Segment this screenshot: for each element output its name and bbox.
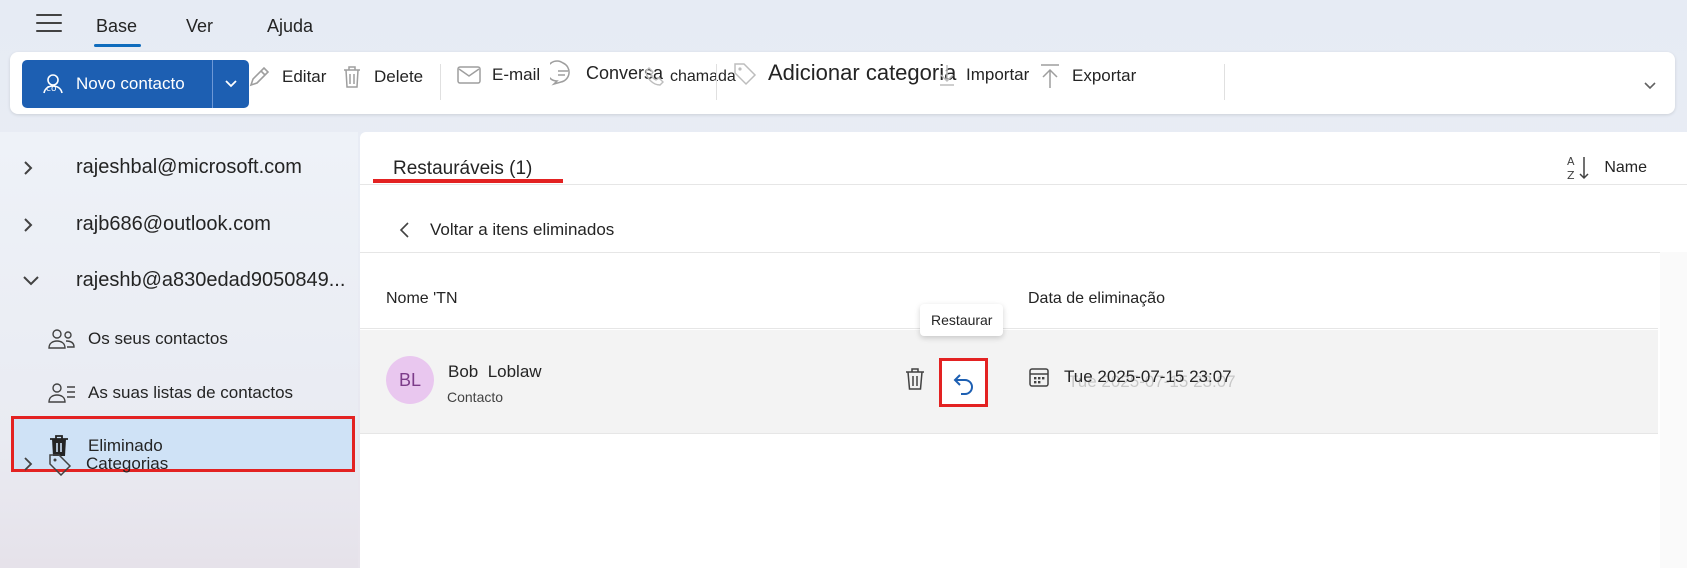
- tag-icon: [49, 454, 72, 476]
- chevron-right-icon: [24, 457, 33, 471]
- chevron-right-icon: [24, 160, 33, 175]
- divider: [360, 184, 1687, 185]
- ribbon-toolbar: co Novo contacto Editar Delete E-mail Co…: [10, 52, 1675, 114]
- pencil-icon: [249, 66, 270, 87]
- account-item-microsoft[interactable]: rajeshbal@microsoft.com: [22, 156, 302, 179]
- restore-button[interactable]: [939, 358, 988, 407]
- call-label: chamada: [670, 68, 736, 85]
- svg-text:co: co: [46, 84, 57, 94]
- sort-button[interactable]: A Z Name: [1566, 154, 1647, 182]
- svg-text:A: A: [1567, 155, 1575, 168]
- svg-text:Z: Z: [1567, 169, 1575, 182]
- new-contact-dropdown[interactable]: [213, 60, 249, 108]
- add-category-label: Adicionar categoria: [768, 60, 957, 85]
- export-button[interactable]: Exportar: [1038, 62, 1136, 90]
- divider: [360, 252, 1687, 253]
- sort-label: Name: [1604, 159, 1647, 176]
- column-header-date[interactable]: Data de eliminação: [1028, 290, 1165, 308]
- trash-icon: [344, 66, 360, 88]
- nav-label: As suas listas de contactos: [88, 383, 294, 402]
- email-button[interactable]: E-mail: [456, 64, 540, 86]
- delete-permanently-button[interactable]: [903, 366, 927, 397]
- divider: [360, 328, 1658, 329]
- account-label: rajeshb@a830edad9050849...: [76, 269, 346, 291]
- nav-label: Categorias: [86, 454, 169, 473]
- back-to-deleted-button[interactable]: Voltar a itens eliminados: [398, 220, 614, 240]
- delete-button[interactable]: Delete: [340, 64, 423, 90]
- back-label: Voltar a itens eliminados: [430, 220, 615, 239]
- tab-restorable[interactable]: Restauráveis (1): [393, 158, 532, 180]
- email-label: E-mail: [492, 65, 541, 84]
- column-header-name[interactable]: Nome 'TN: [386, 290, 458, 308]
- account-item-outlook[interactable]: rajb686@outlook.com: [22, 213, 271, 236]
- contact-name: Bob Loblaw: [448, 362, 542, 381]
- new-contact-split-button: co Novo contacto: [22, 60, 249, 108]
- edit-button[interactable]: Editar: [246, 64, 326, 90]
- import-icon: [940, 65, 954, 86]
- deletion-date-label: Tue 2025-07-15 23:07: [1064, 367, 1232, 386]
- import-label: Importar: [966, 65, 1030, 84]
- mail-icon: [457, 66, 481, 84]
- add-contact-icon: co: [43, 74, 63, 94]
- avatar: BL: [386, 356, 434, 404]
- hamburger-menu-icon[interactable]: [36, 14, 62, 32]
- call-button[interactable]: chamada: [644, 66, 736, 88]
- contact-list-icon: [48, 383, 75, 403]
- tab-ver[interactable]: Ver: [186, 16, 213, 37]
- tab-underline: [373, 179, 563, 183]
- chevron-down-icon: [23, 275, 39, 285]
- account-label: rajeshbal@microsoft.com: [76, 156, 302, 178]
- restore-tooltip: Restaurar: [920, 304, 1004, 336]
- ribbon-divider: [716, 64, 717, 100]
- import-button[interactable]: Importar: [938, 62, 1029, 88]
- account-label: rajb686@outlook.com: [76, 213, 271, 235]
- tag-icon: [734, 63, 757, 86]
- ribbon-expand-chevron-icon[interactable]: [1643, 78, 1657, 96]
- scrollbar-track[interactable]: [1660, 252, 1687, 568]
- trash-icon: [906, 368, 924, 390]
- ribbon-divider: [1224, 64, 1225, 100]
- nav-contact-lists[interactable]: As suas listas de contactos: [48, 382, 293, 404]
- add-category-button[interactable]: Adicionar categoria: [732, 60, 956, 86]
- delete-label: Delete: [374, 67, 424, 86]
- tab-ajuda[interactable]: Ajuda: [267, 16, 313, 37]
- left-navigation: rajeshbal@microsoft.com rajb686@outlook.…: [0, 132, 358, 568]
- main-panel: Restauráveis (1) A Z Name Voltar a itens…: [360, 132, 1687, 568]
- export-label: Exportar: [1072, 66, 1137, 85]
- nav-your-contacts[interactable]: Os seus contactos: [48, 328, 228, 350]
- people-icon: [48, 329, 75, 349]
- contact-type: Contacto: [447, 389, 504, 405]
- table-row[interactable]: BL Bob Loblaw Contacto Restaurar Tue 202…: [360, 304, 1658, 434]
- sort-az-icon: A Z: [1567, 155, 1589, 182]
- export-icon: [1041, 64, 1059, 88]
- tab-base[interactable]: Base: [93, 16, 142, 47]
- phone-icon: [645, 67, 664, 86]
- account-item-expanded[interactable]: rajeshb@a830edad9050849...: [22, 269, 345, 292]
- nav-categories[interactable]: Categorias: [22, 452, 168, 476]
- chevron-left-icon: [399, 222, 409, 238]
- deletion-date: Tue 2025-07-15 23:07: [1028, 366, 1232, 388]
- new-contact-button[interactable]: co Novo contacto: [22, 60, 213, 108]
- chevron-right-icon: [24, 217, 33, 232]
- nav-label: Os seus contactos: [88, 329, 228, 348]
- chevron-down-icon: [225, 80, 237, 88]
- new-contact-label: Novo contacto: [76, 74, 185, 93]
- calendar-icon: [1029, 368, 1049, 387]
- undo-arrow-icon: [953, 373, 973, 395]
- ribbon-divider: [440, 64, 441, 100]
- edit-label: Editar: [282, 67, 327, 86]
- chat-icon: [550, 60, 570, 86]
